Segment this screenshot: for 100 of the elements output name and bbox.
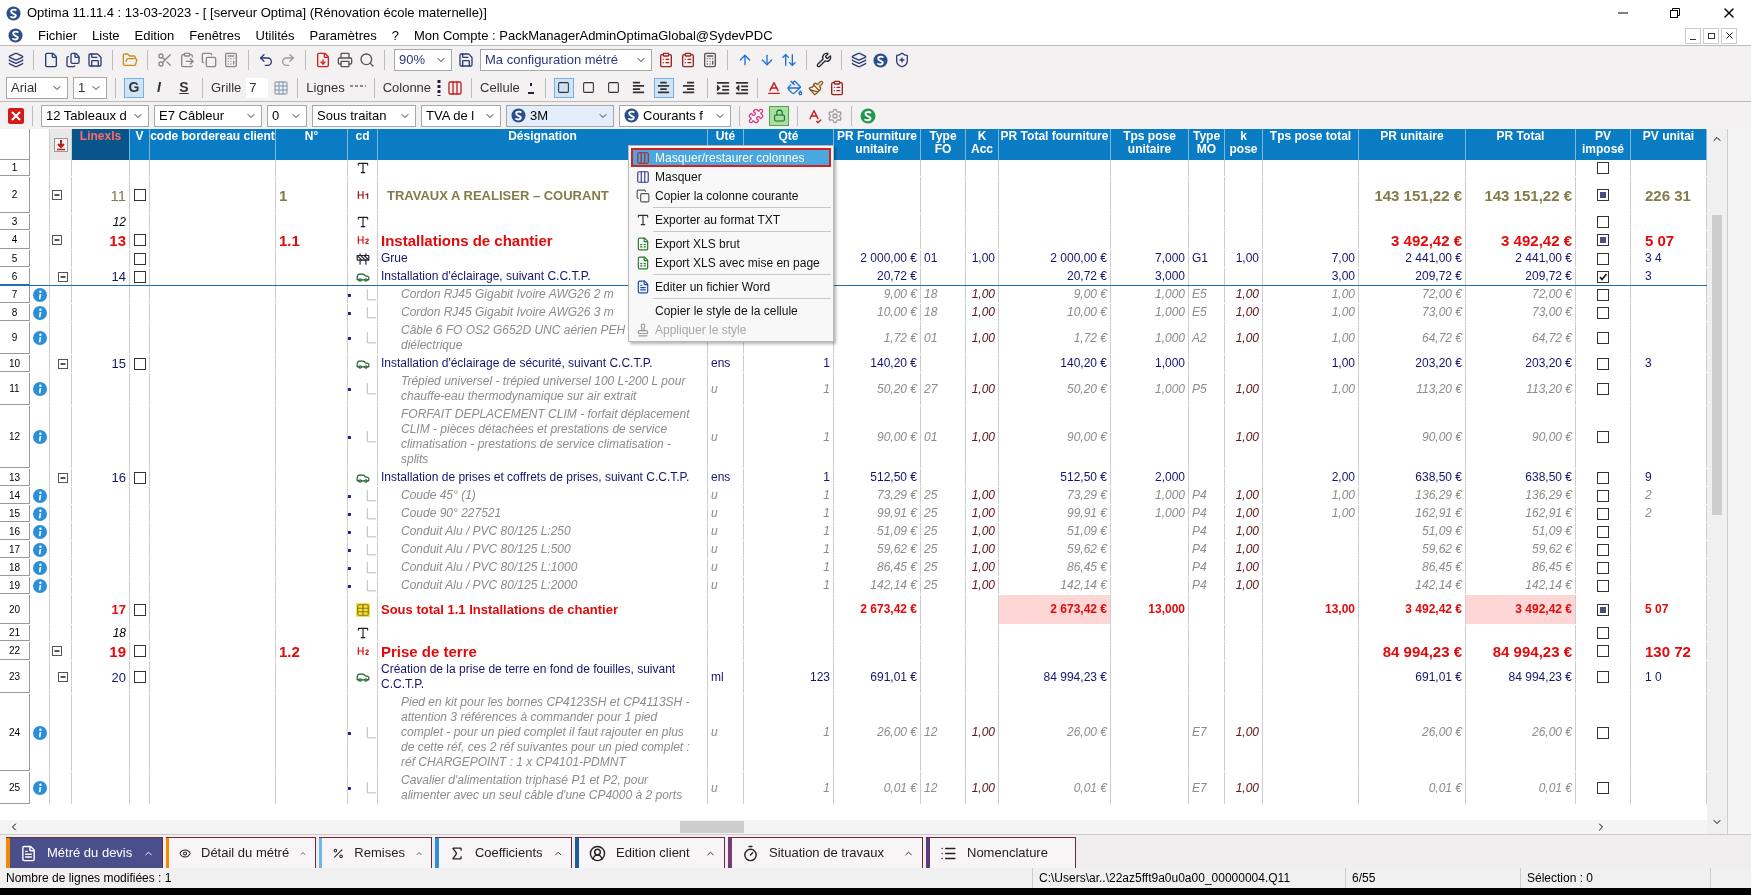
row-header[interactable]: 1 xyxy=(0,160,30,176)
logo-icon[interactable] xyxy=(860,107,876,124)
info-icon[interactable] xyxy=(32,305,47,320)
checkbox[interactable] xyxy=(1597,507,1609,520)
pdf-icon[interactable] xyxy=(315,52,331,68)
menu-item[interactable]: Utilités xyxy=(255,25,295,46)
delete-icon[interactable] xyxy=(8,107,24,124)
checkbox[interactable] xyxy=(1597,332,1609,344)
vat-dropdown[interactable]: TVA de l xyxy=(421,104,501,127)
checkbox[interactable] xyxy=(1597,579,1609,592)
paste-icon[interactable] xyxy=(179,52,195,68)
collapse-icon[interactable] xyxy=(52,235,62,245)
checkbox[interactable] xyxy=(1597,603,1609,616)
row-header[interactable]: 3 xyxy=(0,214,30,230)
collapse-icon[interactable] xyxy=(58,672,68,682)
checkbox[interactable] xyxy=(1597,383,1609,395)
checkbox[interactable] xyxy=(1597,645,1609,657)
style-button[interactable]: S xyxy=(174,77,194,98)
checkbox[interactable] xyxy=(1597,489,1609,502)
checkbox[interactable] xyxy=(1597,216,1609,228)
row-header[interactable]: 7 xyxy=(0,286,30,303)
checkbox[interactable] xyxy=(1597,288,1609,301)
puzzle-icon[interactable] xyxy=(748,107,764,124)
row-header[interactable]: 15 xyxy=(0,505,30,522)
font-size-dropdown[interactable]: 1 xyxy=(73,76,107,99)
menu-item[interactable]: Editer un fichier Word xyxy=(631,277,831,296)
collapse-icon[interactable] xyxy=(58,271,68,282)
checkbox[interactable] xyxy=(133,252,146,265)
row-header[interactable]: 24 xyxy=(0,694,30,771)
checkbox[interactable] xyxy=(1597,561,1609,574)
outdent-icon[interactable] xyxy=(734,80,749,95)
horizontal-scrollbar[interactable] xyxy=(0,820,1707,834)
scrollbar-thumb[interactable] xyxy=(680,821,744,833)
menu-item[interactable]: Masquer xyxy=(631,167,831,186)
cut-icon[interactable] xyxy=(157,52,173,68)
info-icon[interactable] xyxy=(32,430,47,444)
menu-item[interactable]: Fenêtres xyxy=(189,25,241,46)
info-icon[interactable] xyxy=(32,524,47,539)
row-header[interactable]: 10 xyxy=(0,355,30,372)
style-button[interactable]: I xyxy=(149,77,169,98)
row-header[interactable]: 16 xyxy=(0,523,30,540)
print-icon[interactable] xyxy=(337,52,353,68)
windows-icon[interactable] xyxy=(851,52,867,68)
menu-item[interactable]: Fichier xyxy=(38,25,77,46)
row-header[interactable]: 12 xyxy=(0,406,30,468)
checkbox[interactable] xyxy=(1597,270,1609,283)
format-toggle-button[interactable] xyxy=(553,77,574,98)
column-header[interactable]: Désignation xyxy=(508,130,577,143)
info-icon[interactable] xyxy=(32,488,47,503)
calculator-icon[interactable] xyxy=(223,52,239,68)
scrollbar-thumb[interactable] xyxy=(1712,215,1722,515)
shield-plus-icon[interactable] xyxy=(894,52,910,68)
checkbox[interactable] xyxy=(1597,189,1609,201)
checkbox[interactable] xyxy=(133,234,146,246)
configuration-dropdown[interactable]: Ma configuration métré xyxy=(480,49,652,71)
info-icon[interactable] xyxy=(32,725,47,740)
arrow-up-down-icon[interactable] xyxy=(781,52,797,68)
row-header[interactable]: 19 xyxy=(0,577,30,594)
row-header[interactable]: 8 xyxy=(0,304,30,321)
zoom-dropdown[interactable]: 90% xyxy=(394,49,452,71)
row-header[interactable]: 23 xyxy=(0,661,30,693)
row-header[interactable]: 25 xyxy=(0,772,30,804)
mdi-close-button[interactable] xyxy=(1721,27,1737,44)
checkbox[interactable] xyxy=(1597,671,1609,683)
columns-icon[interactable] xyxy=(447,79,464,96)
new-file-icon[interactable] xyxy=(43,52,59,68)
catalog-dropdown[interactable]: Courants f xyxy=(619,104,731,127)
checkbox[interactable] xyxy=(1597,431,1609,443)
column-header[interactable]: PR Total xyxy=(1496,130,1545,143)
fill-color-icon[interactable] xyxy=(786,79,803,96)
collapse-icon[interactable] xyxy=(52,646,62,656)
table-dropdown[interactable]: 12 Tableaux d xyxy=(41,104,149,127)
checkbox[interactable] xyxy=(1597,234,1609,246)
menu-item[interactable]: Copier la colonne courante xyxy=(631,186,831,205)
mdi-restore-button[interactable] xyxy=(1703,27,1719,44)
info-icon[interactable] xyxy=(32,331,47,345)
style-button[interactable]: G xyxy=(124,77,144,98)
font-dropdown[interactable]: Arial xyxy=(6,76,68,99)
checkbox[interactable] xyxy=(1597,306,1609,319)
subcontract-dropdown[interactable]: Sous traitan xyxy=(312,104,416,127)
column-settings-icon[interactable] xyxy=(53,137,68,152)
bottom-tab[interactable]: Remises xyxy=(319,837,432,868)
restore-icon[interactable] xyxy=(1669,7,1681,19)
menu-item[interactable]: Exporter au format TXT xyxy=(631,210,831,229)
row-header[interactable]: 21 xyxy=(0,625,30,641)
bottom-tab[interactable]: Coefficients xyxy=(435,837,572,868)
dashed-column-icon[interactable] xyxy=(436,79,443,96)
menu-item[interactable]: ? xyxy=(391,25,399,46)
checkbox[interactable] xyxy=(1597,627,1609,639)
row-header[interactable]: 5 xyxy=(0,250,30,267)
indent-icon[interactable] xyxy=(715,80,730,95)
checkbox[interactable] xyxy=(133,471,146,484)
row-header[interactable]: 6 xyxy=(0,268,30,285)
row-header[interactable]: 4 xyxy=(0,231,30,249)
checkbox[interactable] xyxy=(1597,525,1609,538)
lock-button[interactable] xyxy=(769,105,789,126)
checkbox[interactable] xyxy=(133,189,146,201)
copy-icon[interactable] xyxy=(201,52,217,68)
checkbox[interactable] xyxy=(1597,357,1609,370)
checkbox[interactable] xyxy=(133,270,146,283)
